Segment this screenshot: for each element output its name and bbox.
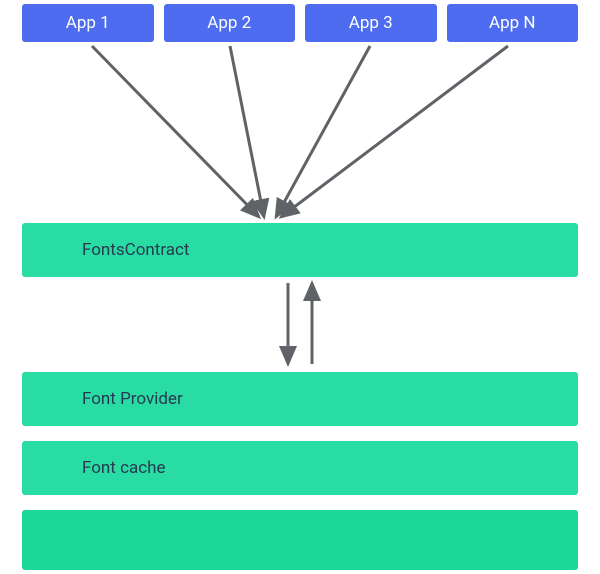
apps-row: App 1 App 2 App 3 App N: [22, 4, 578, 42]
app-label: App N: [489, 13, 536, 33]
fonts-contract-label: FontsContract: [82, 240, 190, 260]
font-provider-label: Font Provider: [82, 389, 183, 409]
arrow-app1-to-contract: [92, 46, 259, 217]
app-box-n: App N: [447, 4, 579, 42]
app-label: App 1: [66, 13, 110, 33]
fonts-contract-layer: FontsContract: [22, 223, 578, 277]
arrow-contract-to-provider: [288, 283, 312, 364]
app-box-3: App 3: [305, 4, 437, 42]
app-box-2: App 2: [164, 4, 296, 42]
font-provider-layer: Font Provider: [22, 372, 578, 426]
app-label: App 2: [207, 13, 251, 33]
app-label: App 3: [349, 13, 393, 33]
diagram-canvas: App 1 App 2 App 3 App N FontsContract Fo…: [0, 0, 600, 574]
arrow-app2-to-contract: [230, 46, 264, 217]
font-cache-layer: Font cache: [22, 441, 578, 495]
app-box-1: App 1: [22, 4, 154, 42]
arrow-app3-to-contract: [276, 46, 370, 217]
arrow-appN-to-contract: [281, 46, 508, 217]
google-play-services-layer: [22, 510, 578, 570]
font-cache-label: Font cache: [82, 458, 166, 478]
